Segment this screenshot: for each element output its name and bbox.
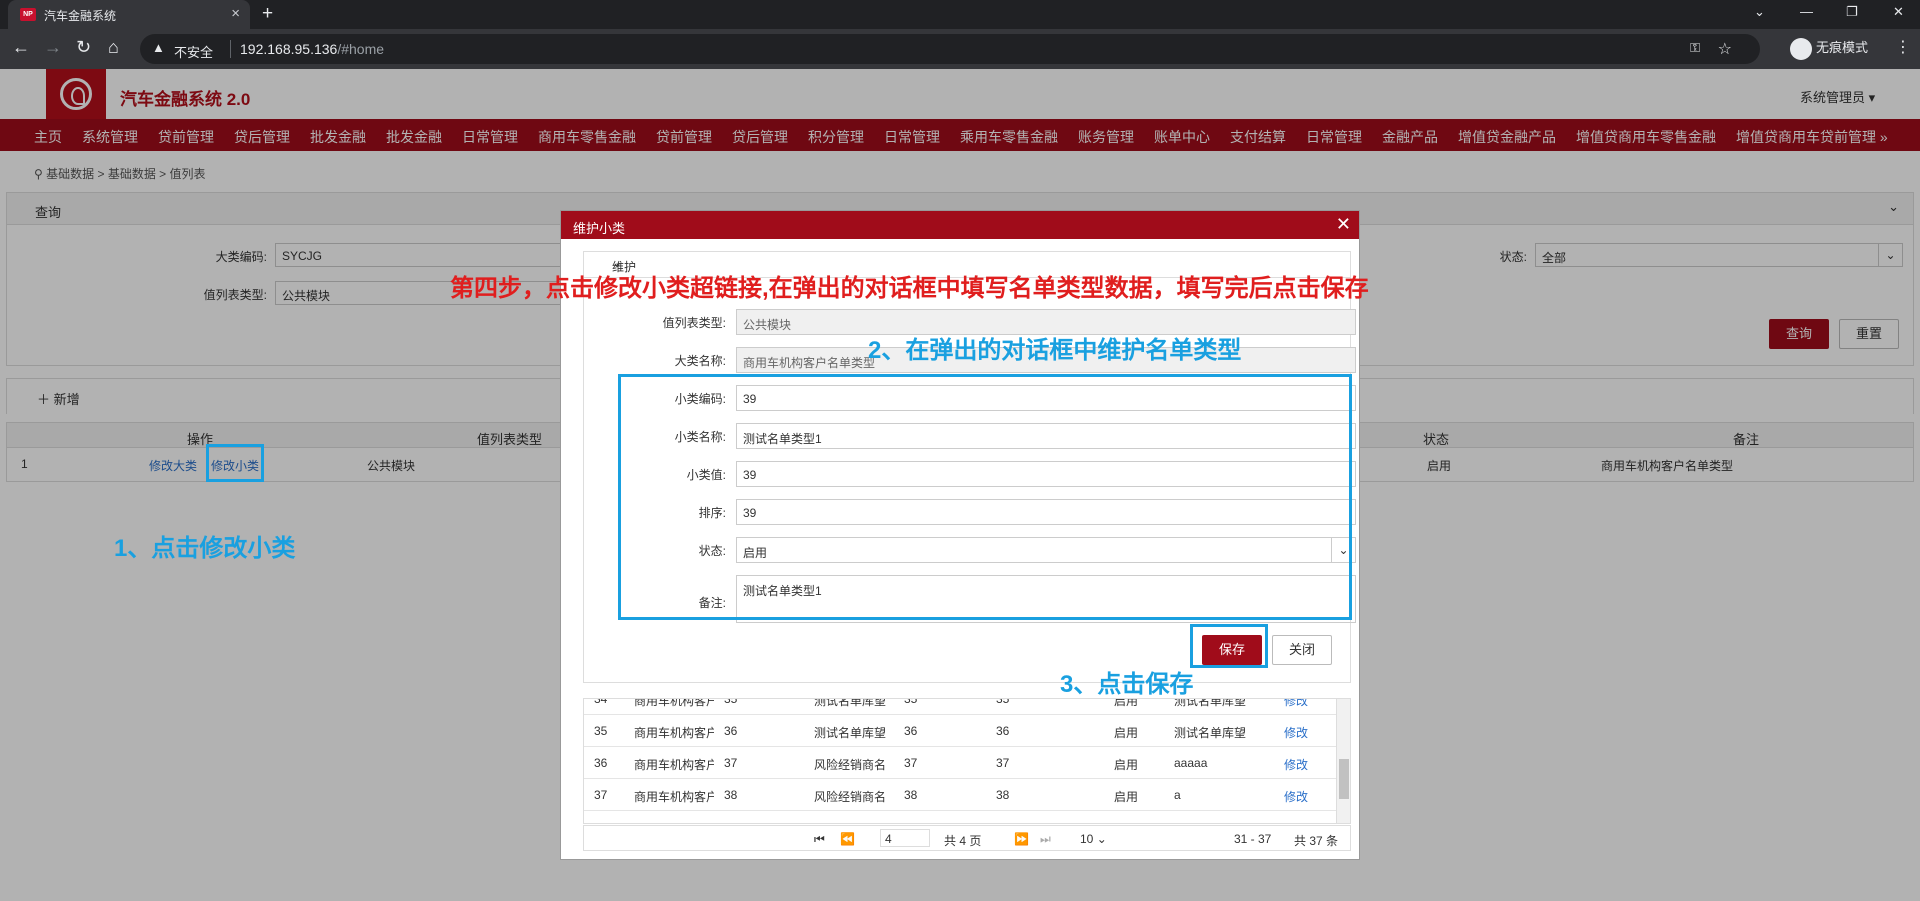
table-row: 36 商用车机构客户 37 风险经销商名 37 37 启用 aaaaa 修改 <box>584 747 1336 779</box>
annotation-step4: 第四步，点击修改小类超链接,在弹出的对话框中填写名单类型数据，填写完后点击保存 <box>450 275 1369 302</box>
restore-icon[interactable]: ❐ <box>1846 4 1858 20</box>
edit-link[interactable]: 修改 <box>1284 756 1308 773</box>
total-pages: 共 4 页 <box>944 834 982 848</box>
cell: 36 <box>594 756 608 770</box>
edit-link[interactable]: 修改 <box>1284 724 1308 741</box>
cell: 商用车机构客户 <box>634 726 714 740</box>
cell: 37 <box>594 788 608 802</box>
cell: 商用车机构客户 <box>634 698 714 708</box>
incognito-label: 无痕模式 <box>1816 40 1869 55</box>
incognito-indicator[interactable]: 无痕模式 <box>1790 37 1868 60</box>
address-bar[interactable]: ▲ 不安全 192.168.95.136/#home ⚿ ☆ <box>140 34 1760 64</box>
last-page-icon[interactable]: ⏭ <box>1040 832 1051 847</box>
dialog-header: 维护小类 ✕ <box>561 211 1359 239</box>
annotation-step1: 1、点击修改小类 <box>114 535 296 562</box>
cell: 36 <box>996 724 1010 738</box>
total-records: 共 37 条 <box>1294 834 1339 848</box>
cell: 35 <box>996 698 1010 706</box>
cell: 启用 <box>1114 758 1139 772</box>
cell: 启用 <box>1114 726 1139 740</box>
big-name-label: 大类名称: <box>674 354 726 368</box>
browser-toolbar: ← → ↻ ⌂ ▲ 不安全 192.168.95.136/#home ⚿ ☆ 无… <box>0 29 1920 69</box>
cell: 启用 <box>1114 790 1139 804</box>
cell: 35 <box>594 724 608 738</box>
tab-search-icon[interactable]: ⌄ <box>1754 4 1765 20</box>
url-host: 192.168.95.136 <box>240 41 338 57</box>
new-tab-button[interactable]: + <box>262 3 273 25</box>
page-size-value: 10 <box>1080 832 1094 846</box>
back-icon[interactable]: ← <box>12 37 30 58</box>
cell: 36 <box>724 724 738 738</box>
pager: ⏮ ⏪ 4 共 4 页 ⏩ ⏭ 10 ⌄ 31 - 37 共 37 条 <box>583 825 1351 851</box>
cell: 风险经销商名 <box>814 758 887 772</box>
cell: 34 <box>594 698 608 706</box>
subitem-grid: 34 商用车机构客户 35 测试名单库望 35 35 启用 测试名单库望 修改 … <box>583 698 1351 824</box>
next-page-icon[interactable]: ⏩ <box>1014 832 1029 846</box>
forward-icon[interactable]: → <box>44 37 62 58</box>
edit-link[interactable]: 修改 <box>1284 788 1308 805</box>
table-row: 35 商用车机构客户 36 测试名单库望 36 36 启用 测试名单库望 修改 <box>584 715 1336 747</box>
annotation-step2: 2、在弹出的对话框中维护名单类型 <box>868 337 1242 364</box>
cell: 测试名单库望 <box>814 698 887 708</box>
warning-icon: ▲ <box>152 40 165 55</box>
home-icon[interactable]: ⌂ <box>108 37 119 58</box>
cell: 35 <box>724 698 738 706</box>
cell: 测试名单库望 <box>1174 698 1247 708</box>
cell: 36 <box>904 724 918 738</box>
cell: 38 <box>996 788 1010 802</box>
table-row: 37 商用车机构客户 38 风险经销商名 38 38 启用 a 修改 <box>584 779 1336 811</box>
cell: 35 <box>904 698 918 706</box>
prev-page-icon[interactable]: ⏪ <box>840 832 855 846</box>
reload-icon[interactable]: ↻ <box>76 37 91 58</box>
incognito-icon <box>1790 37 1812 60</box>
highlight-box-form <box>618 374 1352 620</box>
insecure-label: 不安全 <box>174 45 214 60</box>
edit-link[interactable]: 修改 <box>1284 699 1308 709</box>
url-text: 192.168.95.136/#home <box>240 41 384 57</box>
table-row: 34 商用车机构客户 35 测试名单库望 35 35 启用 测试名单库望 修改 <box>584 698 1336 715</box>
cell: 38 <box>904 788 918 802</box>
cell: 38 <box>724 788 738 802</box>
cell: 启用 <box>1114 698 1139 708</box>
cell: 风险经销商名 <box>814 790 887 804</box>
bookmark-star-icon[interactable]: ☆ <box>1718 39 1732 59</box>
window-close-icon[interactable]: ✕ <box>1893 4 1904 20</box>
page-input[interactable]: 4 <box>880 829 930 847</box>
type-field-label: 值列表类型: <box>662 316 726 330</box>
cell: 37 <box>904 756 918 770</box>
browser-tabbar: NP 汽车金融系统 × + ⌄ — ❐ ✕ <box>0 0 1920 29</box>
highlight-box-save <box>1190 624 1268 668</box>
dialog-title: 维护小类 <box>573 221 626 236</box>
first-page-icon[interactable]: ⏮ <box>814 832 825 847</box>
tab-close-icon[interactable]: × <box>231 5 240 22</box>
browser-tab[interactable]: NP 汽车金融系统 × <box>8 0 250 29</box>
tab-title: 汽车金融系统 <box>44 9 117 23</box>
scrollbar-thumb[interactable] <box>1339 759 1349 799</box>
dialog-close-icon[interactable]: ✕ <box>1336 214 1351 235</box>
annotation-step3: 3、点击保存 <box>1060 671 1194 698</box>
url-path: /#home <box>337 41 385 57</box>
cell: a <box>1174 788 1181 802</box>
omnibox-divider <box>230 40 231 58</box>
browser-menu-icon[interactable]: ⋮ <box>1895 37 1911 57</box>
range-text: 31 - 37 <box>1234 832 1272 846</box>
cell: 商用车机构客户 <box>634 758 714 772</box>
grid-scrollbar[interactable] <box>1336 699 1350 823</box>
minimize-icon[interactable]: — <box>1800 4 1813 19</box>
cell: aaaaa <box>1174 756 1208 770</box>
favicon-icon: NP <box>20 8 36 21</box>
cell: 测试名单库望 <box>814 726 887 740</box>
cell: 37 <box>724 756 738 770</box>
page-size-select[interactable]: 10 ⌄ <box>1080 832 1107 846</box>
cell: 测试名单库望 <box>1174 726 1247 740</box>
close-button[interactable]: 关闭 <box>1272 635 1332 665</box>
highlight-box-edit-small <box>206 444 264 482</box>
cell: 37 <box>996 756 1010 770</box>
key-icon[interactable]: ⚿ <box>1690 40 1700 56</box>
cell: 商用车机构客户 <box>634 790 714 804</box>
